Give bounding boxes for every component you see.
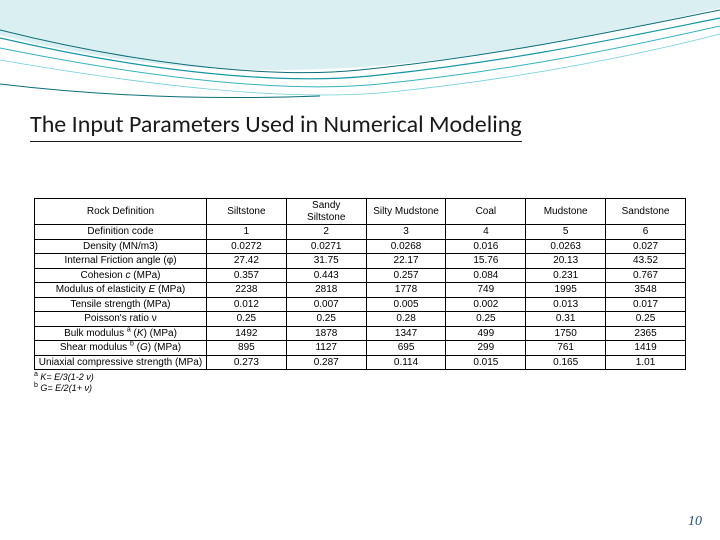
table-cell: 0.114: [366, 355, 446, 370]
table-cell: 0.0272: [206, 239, 286, 254]
row-header-label: Rock Definition: [35, 199, 207, 225]
table-cell: 0.25: [286, 312, 366, 327]
table-cell: 2238: [206, 283, 286, 298]
table-footnotes: a K= E/3(1-2 ν)b G= E/2(1+ ν): [34, 372, 686, 395]
table-cell: 6: [606, 225, 686, 240]
table-cell: 1347: [366, 326, 446, 341]
table-cell: 2: [286, 225, 366, 240]
parameters-table: Rock Definition SiltstoneSandySiltstoneS…: [34, 198, 686, 370]
table-cell: 2365: [606, 326, 686, 341]
column-header: Mudstone: [526, 199, 606, 225]
table-cell: 0.012: [206, 297, 286, 312]
table-cell: 0.016: [446, 239, 526, 254]
table-cell: 0.007: [286, 297, 366, 312]
table-cell: 0.25: [206, 312, 286, 327]
table-header-row: Rock Definition SiltstoneSandySiltstoneS…: [35, 199, 686, 225]
table-cell: 299: [446, 341, 526, 356]
table-row: Internal Friction angle (φ)27.4231.7522.…: [35, 254, 686, 269]
table-row: Poisson's ratio ν0.250.250.280.250.310.2…: [35, 312, 686, 327]
table-row: Cohesion c (MPa)0.3570.4430.2570.0840.23…: [35, 268, 686, 283]
table-cell: 0.0268: [366, 239, 446, 254]
table-row: Density (MN/m3)0.02720.02710.02680.0160.…: [35, 239, 686, 254]
row-label: Modulus of elasticity E (MPa): [35, 283, 207, 298]
table-cell: 0.0263: [526, 239, 606, 254]
decorative-wave: [0, 0, 720, 110]
column-header: Siltstone: [206, 199, 286, 225]
table-cell: 695: [366, 341, 446, 356]
table-cell: 27.42: [206, 254, 286, 269]
row-label: Uniaxial compressive strength (MPa): [35, 355, 207, 370]
table-cell: 0.28: [366, 312, 446, 327]
table-cell: 0.005: [366, 297, 446, 312]
table-cell: 0.015: [446, 355, 526, 370]
footnote: a K= E/3(1-2 ν): [34, 372, 686, 383]
table-cell: 43.52: [606, 254, 686, 269]
table-cell: 0.767: [606, 268, 686, 283]
row-label: Definition code: [35, 225, 207, 240]
table-cell: 4: [446, 225, 526, 240]
table-cell: 1419: [606, 341, 686, 356]
table-cell: 1750: [526, 326, 606, 341]
table-cell: 761: [526, 341, 606, 356]
table-cell: 0.231: [526, 268, 606, 283]
table-cell: 0.257: [366, 268, 446, 283]
row-label: Density (MN/m3): [35, 239, 207, 254]
table-cell: 2818: [286, 283, 366, 298]
table-cell: 1: [206, 225, 286, 240]
column-header: SandySiltstone: [286, 199, 366, 225]
parameters-table-container: Rock Definition SiltstoneSandySiltstoneS…: [34, 198, 686, 395]
column-header: Coal: [446, 199, 526, 225]
table-cell: 15.76: [446, 254, 526, 269]
table-cell: 0.287: [286, 355, 366, 370]
table-cell: 1778: [366, 283, 446, 298]
row-label: Shear modulus b (G) (MPa): [35, 341, 207, 356]
table-cell: 0.25: [606, 312, 686, 327]
column-header: Sandstone: [606, 199, 686, 225]
table-cell: 1.01: [606, 355, 686, 370]
table-cell: 0.084: [446, 268, 526, 283]
table-cell: 0.013: [526, 297, 606, 312]
footnote: b G= E/2(1+ ν): [34, 383, 686, 394]
page-title: The Input Parameters Used in Numerical M…: [30, 110, 522, 142]
table-cell: 31.75: [286, 254, 366, 269]
row-label: Bulk modulus a (K) (MPa): [35, 326, 207, 341]
table-cell: 0.273: [206, 355, 286, 370]
table-cell: 0.027: [606, 239, 686, 254]
row-label: Poisson's ratio ν: [35, 312, 207, 327]
table-cell: 0.31: [526, 312, 606, 327]
table-cell: 5: [526, 225, 606, 240]
row-label: Internal Friction angle (φ): [35, 254, 207, 269]
table-cell: 22.17: [366, 254, 446, 269]
table-cell: 1995: [526, 283, 606, 298]
table-cell: 0.357: [206, 268, 286, 283]
table-cell: 895: [206, 341, 286, 356]
table-cell: 0.443: [286, 268, 366, 283]
table-row: Shear modulus b (G) (MPa)895112769529976…: [35, 341, 686, 356]
table-row: Uniaxial compressive strength (MPa)0.273…: [35, 355, 686, 370]
table-row: Tensile strength (MPa)0.0120.0070.0050.0…: [35, 297, 686, 312]
table-cell: 749: [446, 283, 526, 298]
row-label: Tensile strength (MPa): [35, 297, 207, 312]
column-header: Silty Mudstone: [366, 199, 446, 225]
table-cell: 0.165: [526, 355, 606, 370]
table-cell: 1127: [286, 341, 366, 356]
table-cell: 3548: [606, 283, 686, 298]
page-number: 10: [688, 514, 702, 530]
table-cell: 1878: [286, 326, 366, 341]
row-label: Cohesion c (MPa): [35, 268, 207, 283]
table-cell: 0.002: [446, 297, 526, 312]
table-cell: 0.0271: [286, 239, 366, 254]
table-cell: 20.13: [526, 254, 606, 269]
table-cell: 1492: [206, 326, 286, 341]
table-row: Bulk modulus a (K) (MPa)1492187813474991…: [35, 326, 686, 341]
table-row: Definition code123456: [35, 225, 686, 240]
table-row: Modulus of elasticity E (MPa)22382818177…: [35, 283, 686, 298]
table-cell: 0.017: [606, 297, 686, 312]
table-cell: 3: [366, 225, 446, 240]
table-cell: 0.25: [446, 312, 526, 327]
table-cell: 499: [446, 326, 526, 341]
